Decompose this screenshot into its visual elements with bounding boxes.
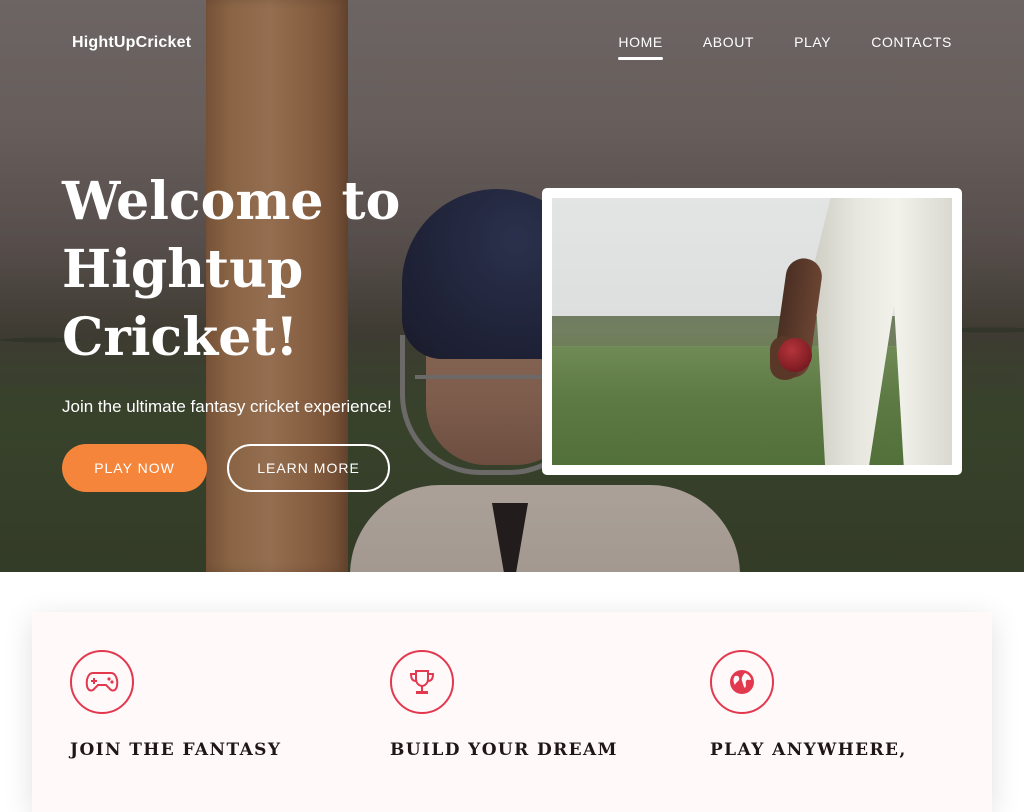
nav-item-contacts[interactable]: CONTACTS [871, 34, 952, 60]
hero-headline: Welcome to Hightup Cricket! [62, 171, 401, 368]
learn-more-button[interactable]: LEARN MORE [227, 444, 390, 492]
features-panel: JOIN THE FANTASY BUILD YOUR DREAM PLAY A… [32, 612, 992, 812]
main-nav: HOME ABOUT PLAY CONTACTS [618, 34, 952, 60]
feature-title-dream: BUILD YOUR DREAM [390, 740, 618, 760]
hero-photo-card [542, 188, 962, 475]
feature-title-fantasy: JOIN THE FANTASY [70, 740, 282, 760]
hero-tagline: Join the ultimate fantasy cricket experi… [62, 397, 392, 416]
brand-logo[interactable]: HightUpCricket [72, 34, 191, 52]
bowler-photo [552, 198, 952, 465]
nav-item-about[interactable]: ABOUT [703, 34, 754, 60]
nav-item-home[interactable]: HOME [618, 34, 664, 60]
globe-icon [710, 650, 774, 714]
gamepad-icon [70, 650, 134, 714]
play-now-button[interactable]: PLAY NOW [62, 444, 207, 492]
cricket-ball-image [778, 338, 812, 372]
feature-title-anywhere: PLAY ANYWHERE, [710, 740, 907, 760]
nav-item-play[interactable]: PLAY [794, 34, 831, 60]
hero-section: HightUpCricket HOME ABOUT PLAY CONTACTS … [0, 0, 1024, 572]
trophy-icon [390, 650, 454, 714]
